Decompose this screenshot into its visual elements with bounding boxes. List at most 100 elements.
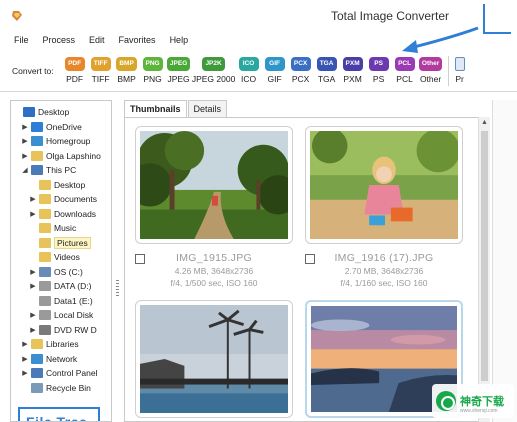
format-button-tiff[interactable]: TIFF TIFF: [88, 57, 114, 84]
menu-favorites[interactable]: Favorites: [119, 32, 156, 48]
tree-item-libraries[interactable]: ▶ Libraries: [21, 337, 79, 351]
format-button-gif[interactable]: GIF GIF: [262, 57, 288, 84]
format-tga-icon: TGA: [316, 57, 337, 71]
tree-item-control-panel[interactable]: ▶ Control Panel: [21, 366, 98, 380]
tree-item-label: Libraries: [46, 339, 79, 349]
tree-item-dvd-rw-d[interactable]: ▶ DVD RW D: [29, 323, 97, 337]
tree-item-music[interactable]: Music: [29, 221, 76, 235]
menu-file[interactable]: File: [14, 32, 29, 48]
vertical-scrollbar[interactable]: ▲: [478, 117, 490, 422]
tree-item-desktop[interactable]: Desktop: [29, 178, 85, 192]
tree-item-onedrive[interactable]: ▶ OneDrive: [21, 120, 82, 134]
expand-arrow-icon[interactable]: ▶: [21, 369, 29, 377]
menu-edit[interactable]: Edit: [89, 32, 105, 48]
tree-item-this-pc[interactable]: ◢ This PC: [21, 163, 76, 177]
expand-arrow-icon[interactable]: ▶: [29, 195, 37, 203]
thumbnail-checkbox[interactable]: [135, 254, 145, 264]
expand-arrow-icon[interactable]: ▶: [21, 340, 29, 348]
format-label: PXM: [343, 74, 362, 84]
format-button-pcl[interactable]: PCL PCL: [392, 57, 418, 84]
tree-item-label: Network: [46, 353, 78, 364]
expand-arrow-icon[interactable]: ▶: [29, 326, 37, 334]
watermark-subtext: www.shenqi.com: [460, 408, 498, 414]
tree-item-local-disk[interactable]: ▶ Local Disk: [29, 308, 93, 322]
expand-arrow-icon[interactable]: ▶: [21, 152, 29, 160]
format-button-pxm[interactable]: PXM PXM: [340, 57, 366, 84]
thumbnail-grid: IMG_1915.JPG 4.26 MB, 3648x2736 f/4, 1/5…: [124, 117, 490, 422]
tree-item-olga-lapshino[interactable]: ▶ Olga Lapshino: [21, 149, 101, 163]
tree-item-recycle-bin[interactable]: Recycle Bin: [21, 381, 91, 395]
format-ico-icon: ICO: [238, 57, 259, 71]
expand-arrow-icon[interactable]: ▶: [29, 311, 37, 319]
expand-arrow-icon[interactable]: ▶: [29, 268, 37, 276]
format-button-pcx[interactable]: PCX PCX: [288, 57, 314, 84]
thumbnail-frame[interactable]: [305, 126, 463, 244]
tree-item-data1-e[interactable]: Data1 (E:): [29, 294, 93, 308]
thumbnail-frame[interactable]: [135, 300, 293, 418]
tree-item-os-c[interactable]: ▶ OS (C:): [29, 265, 83, 279]
format-button-jpeg[interactable]: JPEG JPEG: [166, 57, 192, 84]
tree-item-label: Olga Lapshino: [46, 150, 101, 161]
tree-item-downloads[interactable]: ▶ Downloads: [29, 207, 96, 221]
scroll-thumb[interactable]: [481, 131, 488, 381]
thumbnail-image-palms[interactable]: [140, 305, 288, 413]
menu-process[interactable]: Process: [43, 32, 76, 48]
site-watermark: 神奇下载 www.shenqi.com: [432, 384, 514, 418]
window-title: Total Image Converter: [330, 9, 449, 23]
format-label: GIF: [267, 74, 282, 84]
expand-arrow-icon[interactable]: ▶: [29, 282, 37, 290]
format-label: TGA: [317, 74, 336, 84]
thumbnail-image-park[interactable]: [140, 131, 288, 239]
format-label: PCX: [291, 74, 310, 84]
homegroup-icon: [31, 136, 43, 146]
format-button-png[interactable]: PNG PNG: [140, 57, 166, 84]
thumbnail-image-child[interactable]: [310, 131, 458, 239]
expand-arrow-icon[interactable]: ▶: [21, 137, 29, 145]
tab-details[interactable]: Details: [187, 100, 228, 117]
thumbnail-card[interactable]: IMG_1915.JPG 4.26 MB, 3648x2736 f/4, 1/5…: [135, 126, 293, 300]
tree-item-desktop[interactable]: Desktop: [13, 105, 69, 119]
menu-bar: File Process Edit Favorites Help: [0, 32, 517, 48]
tree-item-label: Desktop: [38, 107, 70, 117]
scroll-up-arrow-icon[interactable]: ▲: [479, 117, 490, 129]
format-button-pdf[interactable]: PDF PDF: [62, 57, 88, 84]
format-button-bmp[interactable]: BMP BMP: [114, 57, 140, 84]
format-label: Other: [419, 74, 442, 84]
tree-item-homegroup[interactable]: ▶ Homegroup: [21, 134, 90, 148]
convert-toolbar: Convert to: PDF PDF TIFF TIFF BMP BMP PNG PNG JP…: [0, 50, 517, 92]
tab-thumbnails[interactable]: Thumbnails: [124, 100, 187, 117]
panel-splitter[interactable]: [113, 100, 122, 422]
tree-item-videos[interactable]: Videos: [29, 250, 80, 264]
tree-item-documents[interactable]: ▶ Documents: [29, 192, 97, 206]
thumbnail-card[interactable]: [135, 300, 293, 418]
computer-icon: [31, 165, 43, 175]
format-button-tga[interactable]: TGA TGA: [314, 57, 340, 84]
thumbnail-frame[interactable]: [135, 126, 293, 244]
expand-arrow-icon[interactable]: ▶: [21, 355, 29, 363]
folder-icon: [39, 223, 51, 233]
expand-arrow-icon[interactable]: ◢: [21, 166, 29, 174]
tree-item-data-d[interactable]: ▶ DATA (D:): [29, 279, 91, 293]
format-label: PNG: [143, 74, 162, 84]
thumbnail-size: 4.26 MB, 3648x2736: [174, 266, 254, 276]
expand-arrow-icon[interactable]: ▶: [21, 123, 29, 131]
thumbnail-card[interactable]: IMG_1916 (17).JPG 2.70 MB, 3648x2736 f/4…: [305, 126, 463, 300]
file-tree-panel[interactable]: Recycle Bin ▶ Control Panel ▶ Network ▶ Librar…: [10, 100, 112, 422]
tree-item-pictures[interactable]: Pictures: [29, 236, 91, 250]
format-button-ps[interactable]: PS PS: [366, 57, 392, 84]
network-icon: [31, 353, 43, 364]
annotation-frame: [483, 4, 511, 34]
thumbnail-filename: IMG_1915.JPG: [176, 252, 252, 264]
thumbnail-checkbox[interactable]: [305, 254, 315, 264]
print-button[interactable]: Pr: [452, 57, 468, 84]
tree-item-network[interactable]: ▶ Network: [21, 352, 77, 366]
format-button-jp2k[interactable]: JP2K JPEG 2000: [192, 57, 236, 84]
file-tree-annotation-label: File Tree: [26, 414, 88, 422]
format-button-ico[interactable]: ICO ICO: [236, 57, 262, 84]
format-button-other[interactable]: Other Other: [418, 57, 444, 84]
format-jpeg-icon: JPEG: [166, 57, 191, 71]
format-label: PS: [372, 74, 385, 84]
menu-help[interactable]: Help: [170, 32, 189, 48]
expand-arrow-icon[interactable]: ▶: [29, 210, 37, 218]
tree-item-label: DATA (D:): [54, 281, 92, 291]
